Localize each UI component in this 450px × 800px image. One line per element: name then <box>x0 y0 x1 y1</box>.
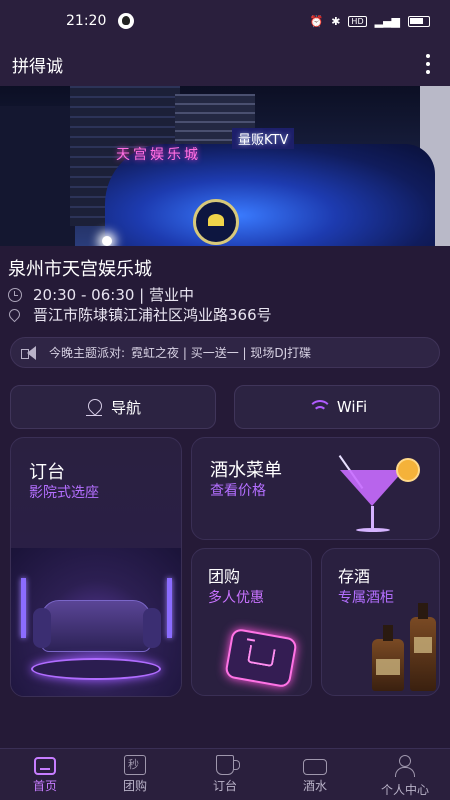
status-indicators: ⏰ ✱ HD ▂▄▆ <box>309 14 430 28</box>
status-time: 21:20 <box>66 13 107 29</box>
wifi-button[interactable]: WiFi <box>234 385 440 429</box>
venue-banner-image: 天宫娱乐城 量贩KTV <box>0 86 450 246</box>
signal-icon: ▂▄▆ <box>374 14 400 28</box>
address-row[interactable]: 晋江市陈埭镇江浦社区鸿业路366号 <box>6 304 272 325</box>
alarm-icon: ⏰ <box>309 14 324 28</box>
qq-notification-icon <box>118 13 135 29</box>
venue-logo <box>193 199 239 245</box>
glowing-table <box>31 658 161 680</box>
more-options-button[interactable] <box>418 52 438 76</box>
battery-icon <box>408 15 430 27</box>
glass-base <box>356 528 390 532</box>
lamp <box>167 578 172 638</box>
drinks-menu-card[interactable]: 酒水菜单 查看价格 <box>191 437 440 540</box>
speaker-icon <box>19 345 41 360</box>
cocktail-illustration <box>322 452 432 537</box>
navigation-icon <box>85 398 103 416</box>
clock-icon <box>8 287 22 302</box>
bottle-label <box>414 637 432 653</box>
dot-icon <box>426 70 430 74</box>
bottom-tab-bar: 首页 团购 订台 酒水 个人中心 <box>0 748 450 800</box>
liquor-bottle <box>410 603 436 691</box>
tab-home[interactable]: 首页 <box>0 749 90 800</box>
group-subtitle: 多人优惠 <box>208 590 264 606</box>
group-buy-card[interactable]: 团购 多人优惠 <box>191 548 312 696</box>
banner-sign-ktv: 量贩KTV <box>232 128 295 149</box>
liquor-bottle <box>372 625 404 691</box>
booking-card[interactable]: 订台 影院式选座 <box>10 437 182 697</box>
storage-subtitle: 专属酒柜 <box>338 590 394 606</box>
booking-title: 订台 <box>29 462 65 483</box>
sofa-arm <box>143 608 161 648</box>
booking-subtitle: 影院式选座 <box>29 485 99 501</box>
flash-deal-icon <box>124 755 146 775</box>
user-icon <box>392 755 418 779</box>
location-pin-icon <box>6 306 23 323</box>
venue-hours: 20:30 - 06:30 | 营业中 <box>33 286 194 304</box>
hours-row: 20:30 - 06:30 | 营业中 <box>8 284 194 305</box>
tab-label: 团购 <box>122 779 147 793</box>
wifi-icon <box>307 399 332 415</box>
glass-stem <box>371 506 374 528</box>
tab-label: 订台 <box>212 779 237 793</box>
sofa-arm <box>33 608 51 648</box>
tab-group-buy[interactable]: 团购 <box>90 749 180 800</box>
wifi-label: WiFi <box>336 398 368 416</box>
hd-icon: HD <box>348 15 367 27</box>
dot-icon <box>426 54 430 58</box>
tab-label: 酒水 <box>302 779 327 793</box>
cup-icon <box>216 755 240 775</box>
storage-title: 存酒 <box>338 567 371 586</box>
status-bar: 21:20 ⏰ ✱ HD ▂▄▆ <box>0 0 450 42</box>
app-title: 拼得诚 <box>12 56 63 77</box>
venue-name: 泉州市天宫娱乐城 <box>8 259 152 280</box>
banner-sign-cn: 天宫娱乐城 <box>116 147 201 163</box>
home-icon <box>34 757 56 775</box>
ticket-illustration <box>224 627 298 689</box>
tab-drinks[interactable]: 酒水 <box>270 749 360 800</box>
cocktail-glass <box>340 470 404 506</box>
sofa-icon <box>303 759 327 775</box>
app-bar: 拼得诚 <box>0 42 450 86</box>
tab-label: 个人中心 <box>380 783 429 797</box>
bluetooth-icon: ✱ <box>331 14 341 28</box>
shopping-cart-icon <box>246 644 276 668</box>
tab-booking[interactable]: 订台 <box>180 749 270 800</box>
group-title: 团购 <box>208 567 241 586</box>
navigate-label: 导航 <box>110 398 141 417</box>
dot-icon <box>426 62 430 66</box>
spotlight <box>102 236 112 246</box>
sofa <box>41 600 151 652</box>
navigate-button[interactable]: 导航 <box>10 385 216 429</box>
lemon-slice <box>396 458 420 482</box>
tab-label: 首页 <box>32 779 57 793</box>
bottle-label <box>376 659 400 675</box>
sofa-illustration <box>11 548 181 696</box>
party-notice[interactable]: 今晚主题派对: 霓虹之夜 | 买一送一 | 现场DJ打碟 <box>10 337 440 368</box>
drinks-subtitle: 查看价格 <box>210 483 266 499</box>
liquor-storage-card[interactable]: 存酒 专属酒柜 <box>321 548 440 696</box>
tab-profile[interactable]: 个人中心 <box>360 749 450 800</box>
notice-label: 今晚主题派对: <box>49 346 126 360</box>
building <box>0 106 75 246</box>
lamp <box>21 578 26 638</box>
notice-text: 霓虹之夜 | 买一送一 | 现场DJ打碟 <box>131 346 312 360</box>
drinks-title: 酒水菜单 <box>210 460 282 481</box>
venue-address: 晋江市陈埭镇江浦社区鸿业路366号 <box>33 306 272 324</box>
